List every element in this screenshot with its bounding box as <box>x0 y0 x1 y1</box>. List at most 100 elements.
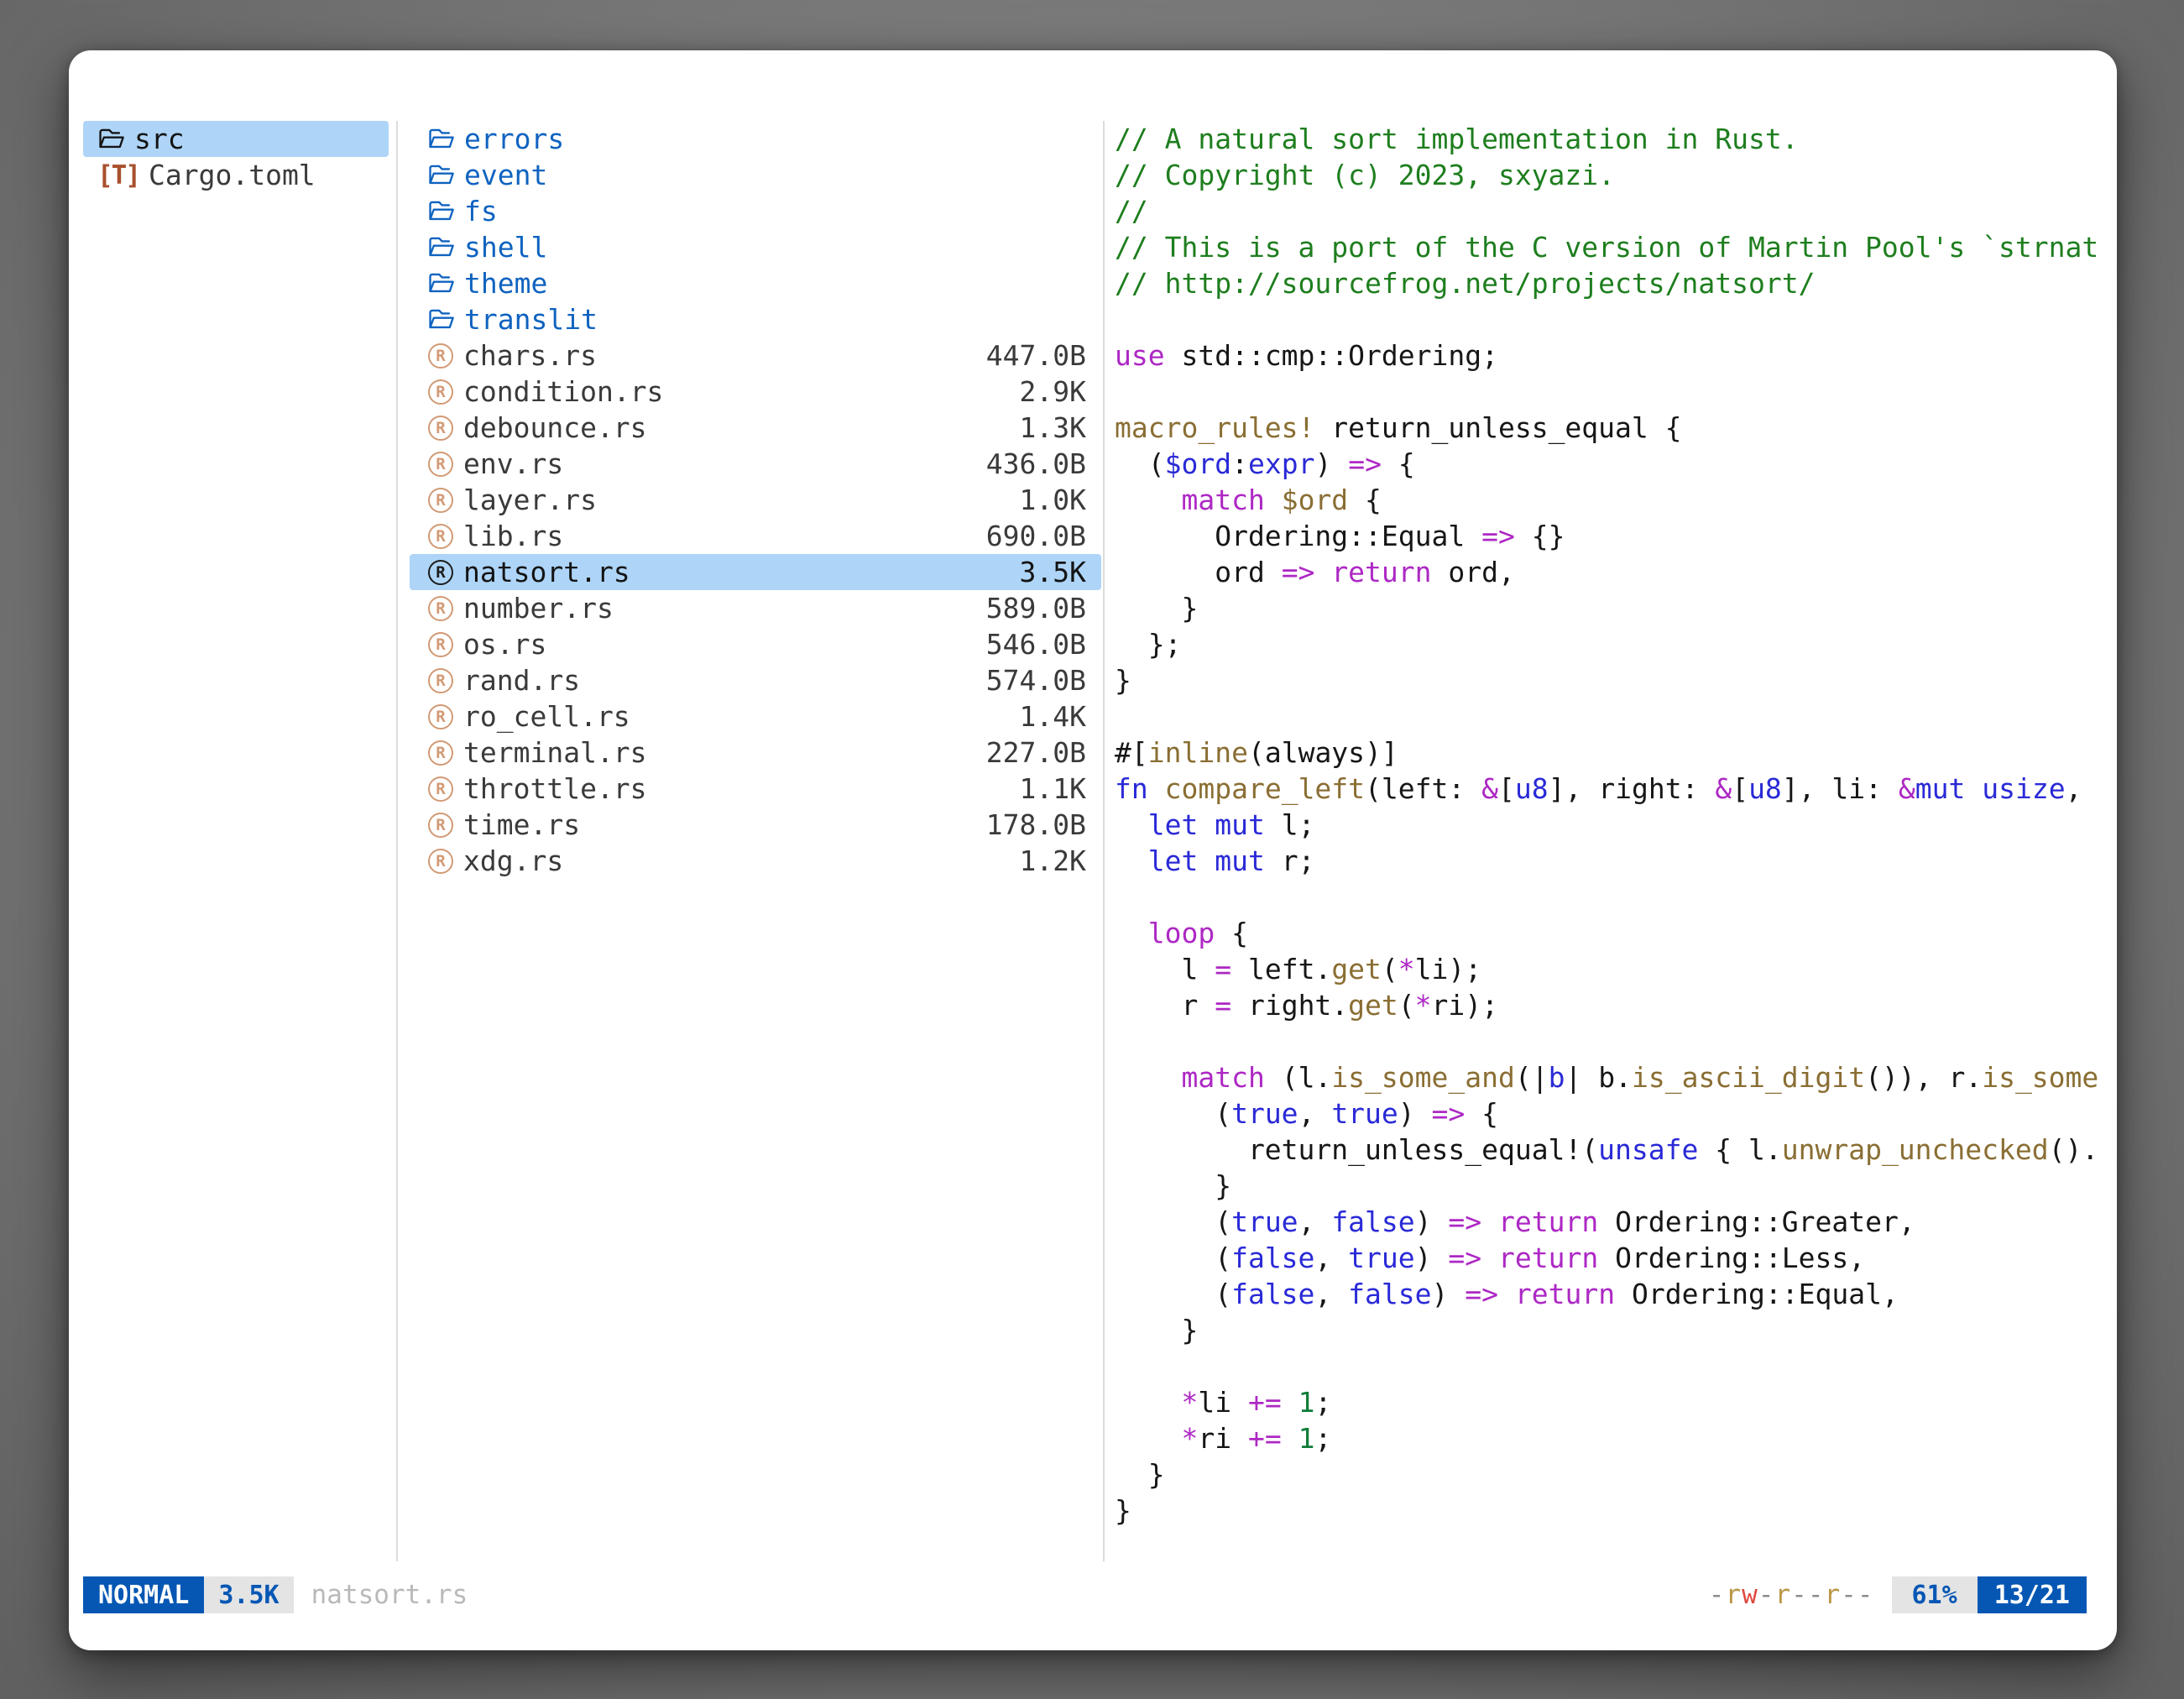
code-token: mut <box>1215 844 1265 877</box>
dir-row[interactable]: theme <box>410 265 1101 301</box>
permission-char: w <box>1742 1580 1758 1610</box>
file-name: xdg.rs <box>463 844 563 877</box>
code-token: [ <box>1498 772 1515 805</box>
code-token <box>1282 1422 1298 1455</box>
dir-row[interactable]: fs <box>410 193 1101 229</box>
code-token: } <box>1115 1494 1131 1527</box>
rust-icon: R <box>428 668 453 693</box>
code-token: unsafe <box>1598 1133 1698 1166</box>
code-token: true <box>1231 1097 1298 1130</box>
code-token: // http://sourcefrog.net/projects/natsor… <box>1115 267 1815 300</box>
file-row[interactable]: Rdebounce.rs1.3K <box>410 410 1101 446</box>
dir-name: theme <box>464 267 547 300</box>
code-token: Ordering::Equal, <box>1615 1278 1899 1310</box>
code-line: loop { <box>1115 915 2117 951</box>
code-token: usize <box>1982 772 2065 805</box>
file-row[interactable]: Rcondition.rs2.9K <box>410 374 1101 410</box>
code-line: *ri += 1; <box>1115 1420 2117 1456</box>
file-name: env.rs <box>463 447 563 480</box>
code-token: , <box>1314 1278 1348 1310</box>
file-row[interactable]: Rchars.rs447.0B <box>410 337 1101 374</box>
code-token <box>1115 1422 1181 1455</box>
file-row[interactable]: Rro_cell.rs1.4K <box>410 698 1101 734</box>
code-token: } <box>1115 1314 1198 1346</box>
file-row[interactable]: Rrand.rs 574.0B <box>410 662 1101 698</box>
file-name: throttle.rs <box>463 772 647 805</box>
file-name: lib.rs <box>463 520 563 552</box>
code-token: get <box>1348 989 1398 1022</box>
code-line: (true, true) => { <box>1115 1095 2117 1132</box>
code-token <box>1481 1205 1498 1238</box>
code-token: * <box>1181 1386 1198 1419</box>
file-row[interactable]: Rxdg.rs1.2K <box>410 843 1101 879</box>
code-token: inline <box>1148 736 1248 769</box>
code-token: , <box>1298 1097 1332 1130</box>
dir-row[interactable]: event <box>410 157 1101 193</box>
dir-row[interactable]: src <box>83 121 389 157</box>
rust-icon: R <box>428 813 453 838</box>
code-line: } <box>1115 1493 2117 1529</box>
file-name: layer.rs <box>463 484 597 516</box>
code-line: } <box>1115 590 2117 626</box>
folder-icon <box>427 197 455 225</box>
toml-icon: [T] <box>97 160 139 191</box>
file-row[interactable]: Rterminal.rs227.0B <box>410 734 1101 771</box>
file-row[interactable]: Rlib.rs690.0B <box>410 518 1101 554</box>
code-token <box>1115 1061 1181 1094</box>
code-token: (| <box>1515 1061 1549 1094</box>
permission-char: r <box>1774 1580 1791 1610</box>
code-token: b <box>1549 1061 1565 1094</box>
status-filename: natsort.rs <box>311 1580 468 1610</box>
file-size: 1.1K <box>1020 772 1086 805</box>
code-line: (true, false) => return Ordering::Greate… <box>1115 1204 2117 1240</box>
code-token: #[ <box>1115 736 1148 769</box>
file-row[interactable]: Rnatsort.rs3.5K <box>410 554 1101 590</box>
code-token: use <box>1115 339 1165 372</box>
dir-row[interactable]: shell <box>410 229 1101 265</box>
code-token: } <box>1115 664 1131 697</box>
code-token: r; <box>1265 844 1315 877</box>
file-row[interactable]: Ros.rs546.0B <box>410 626 1101 662</box>
code-line: // <box>1115 193 2117 229</box>
code-token: ()), r. <box>1865 1061 1982 1094</box>
file-name: rand.rs <box>463 664 580 697</box>
file-name: ro_cell.rs <box>463 700 630 733</box>
code-token <box>1198 844 1215 877</box>
code-token: return_unless_equal!( <box>1115 1133 1598 1166</box>
code-token: & <box>1899 772 1915 805</box>
code-token <box>1115 1386 1181 1419</box>
dir-row[interactable]: errors <box>410 121 1101 157</box>
code-token: ( <box>1115 1097 1231 1130</box>
file-row[interactable]: Renv.rs436.0B <box>410 446 1101 482</box>
file-size: 574.0B <box>986 664 1086 697</box>
dir-name: event <box>464 159 547 191</box>
preview-pane: // A natural sort implementation in Rust… <box>1115 121 2117 1576</box>
code-token: li); <box>1415 953 1481 985</box>
code-token: ri); <box>1432 989 1498 1022</box>
code-line <box>1115 1023 2117 1059</box>
permission-char: - <box>1758 1580 1775 1610</box>
dir-row[interactable]: translit <box>410 301 1101 337</box>
code-token: false <box>1231 1278 1314 1310</box>
file-row[interactable]: Rthrottle.rs1.1K <box>410 771 1101 807</box>
file-row[interactable]: [T]Cargo.toml <box>83 157 389 193</box>
code-token: is_some <box>1982 1061 2098 1094</box>
dir-name: translit <box>464 303 598 336</box>
code-line: ord => return ord, <box>1115 554 2117 590</box>
file-row[interactable]: Rtime.rs178.0B <box>410 807 1101 843</box>
code-token: false <box>1231 1242 1314 1274</box>
code-token <box>1965 772 1982 805</box>
code-token <box>1481 1242 1498 1274</box>
folder-icon <box>427 269 455 297</box>
file-row[interactable]: Rnumber.rs589.0B <box>410 590 1101 626</box>
permission-char: - <box>1857 1580 1874 1610</box>
code-token: std::cmp::Ordering; <box>1165 339 1498 372</box>
code-token: Ordering::Less, <box>1598 1242 1865 1274</box>
code-line <box>1115 698 2117 734</box>
pane-separator <box>396 121 398 1561</box>
code-token: ) <box>1314 447 1348 480</box>
file-row[interactable]: Rlayer.rs1.0K <box>410 482 1101 518</box>
code-token: ) <box>1432 1278 1466 1310</box>
code-token: u8 <box>1515 772 1549 805</box>
code-line: return_unless_equal!(unsafe { l.unwrap_u… <box>1115 1132 2117 1168</box>
